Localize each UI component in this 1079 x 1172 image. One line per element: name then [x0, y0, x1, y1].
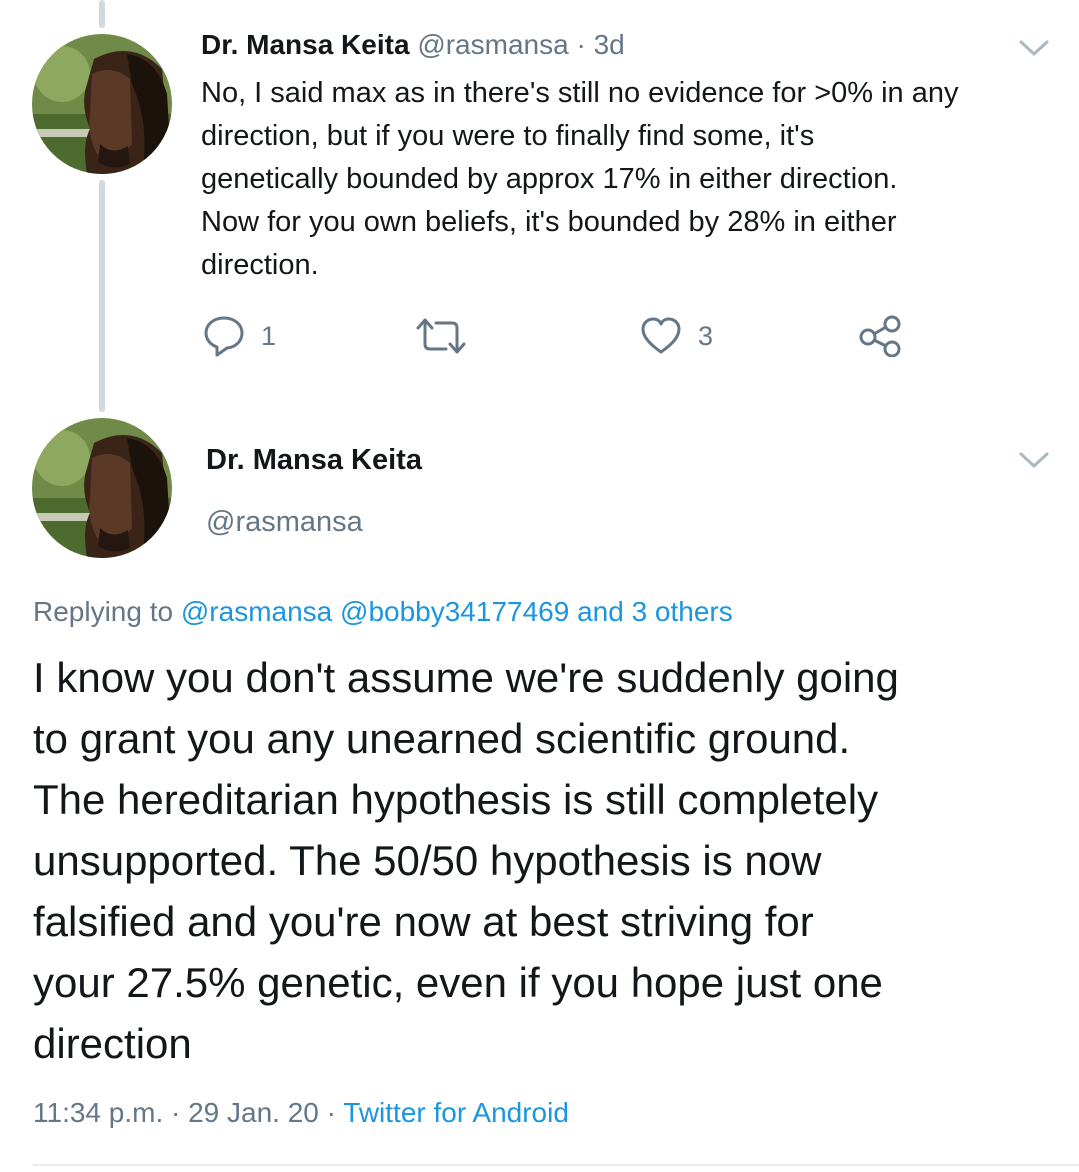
tweet-text-line: I know you don't assume we're suddenly g… — [33, 654, 899, 701]
tweet-text-line: genetically bounded by approx 17% in eit… — [201, 163, 898, 195]
tweet-text-line: No, I said max as in there's still no ev… — [201, 77, 959, 109]
divider — [33, 1164, 1079, 1166]
avatar-photo — [32, 418, 172, 558]
share-icon — [859, 315, 901, 357]
tweet-text-line: direction. — [201, 249, 319, 281]
tweet-text-line: Now for you own beliefs, it's bounded by… — [201, 206, 897, 238]
tweet-text-line: direction, but if you were to finally fi… — [201, 120, 815, 152]
reply-button[interactable]: 1 — [203, 314, 276, 358]
chevron-down-icon — [1019, 452, 1049, 468]
thread-line — [99, 180, 105, 412]
author-name[interactable]: Dr. Mansa Keita — [206, 442, 422, 478]
timestamp-text[interactable]: 11:34 p.m. · 29 Jan. 20 · — [33, 1097, 343, 1128]
chevron-down-icon — [1019, 40, 1049, 56]
like-count: 3 — [698, 320, 714, 351]
like-button[interactable]: 3 — [640, 314, 713, 358]
tweet-timestamp: 11:34 p.m. · 29 Jan. 20 · Twitter for An… — [33, 1095, 569, 1131]
tweet-text-line: falsified and you're now at best strivin… — [33, 898, 814, 945]
tweet-menu-button[interactable] — [1018, 450, 1050, 475]
share-button[interactable] — [858, 314, 902, 358]
tweet-text: I know you don't assume we're suddenly g… — [33, 647, 899, 1074]
tweet-menu-button[interactable] — [1018, 38, 1050, 63]
replying-to-users[interactable]: @rasmansa @bobby34177469 and 3 others — [181, 596, 733, 627]
reply-count: 1 — [261, 320, 277, 351]
author-handle[interactable]: @rasmansa — [417, 29, 568, 60]
tweet-text-line: The hereditarian hypothesis is still com… — [33, 776, 879, 823]
avatar[interactable] — [32, 418, 172, 558]
reply-icon — [204, 316, 244, 357]
client-link[interactable]: Twitter for Android — [343, 1097, 569, 1128]
tweet-text-line: to grant you any unearned scientific gro… — [33, 715, 851, 762]
tweet-text-line: direction — [33, 1020, 192, 1067]
tweet-text-line: your 27.5% genetic, even if you hope jus… — [33, 959, 883, 1006]
avatar[interactable] — [32, 34, 172, 174]
author-handle[interactable]: @rasmansa — [206, 504, 363, 540]
retweet-button[interactable] — [414, 316, 484, 356]
tweet-header: Dr. Mansa Keita @rasmansa · 3d — [201, 28, 625, 62]
author-name[interactable]: Dr. Mansa Keita — [201, 29, 410, 60]
tweet-time[interactable]: 3d — [594, 29, 625, 60]
separator-dot: · — [568, 29, 594, 60]
tweet-text: No, I said max as in there's still no ev… — [201, 72, 959, 287]
heart-icon — [641, 317, 681, 354]
thread-line-top — [99, 0, 105, 28]
retweet-icon — [416, 318, 466, 354]
avatar-photo — [32, 34, 172, 174]
replying-to: Replying to @rasmansa @bobby34177469 and… — [33, 594, 733, 630]
replying-to-label: Replying to — [33, 596, 181, 627]
tweet-text-line: unsupported. The 50/50 hypothesis is now — [33, 837, 822, 884]
